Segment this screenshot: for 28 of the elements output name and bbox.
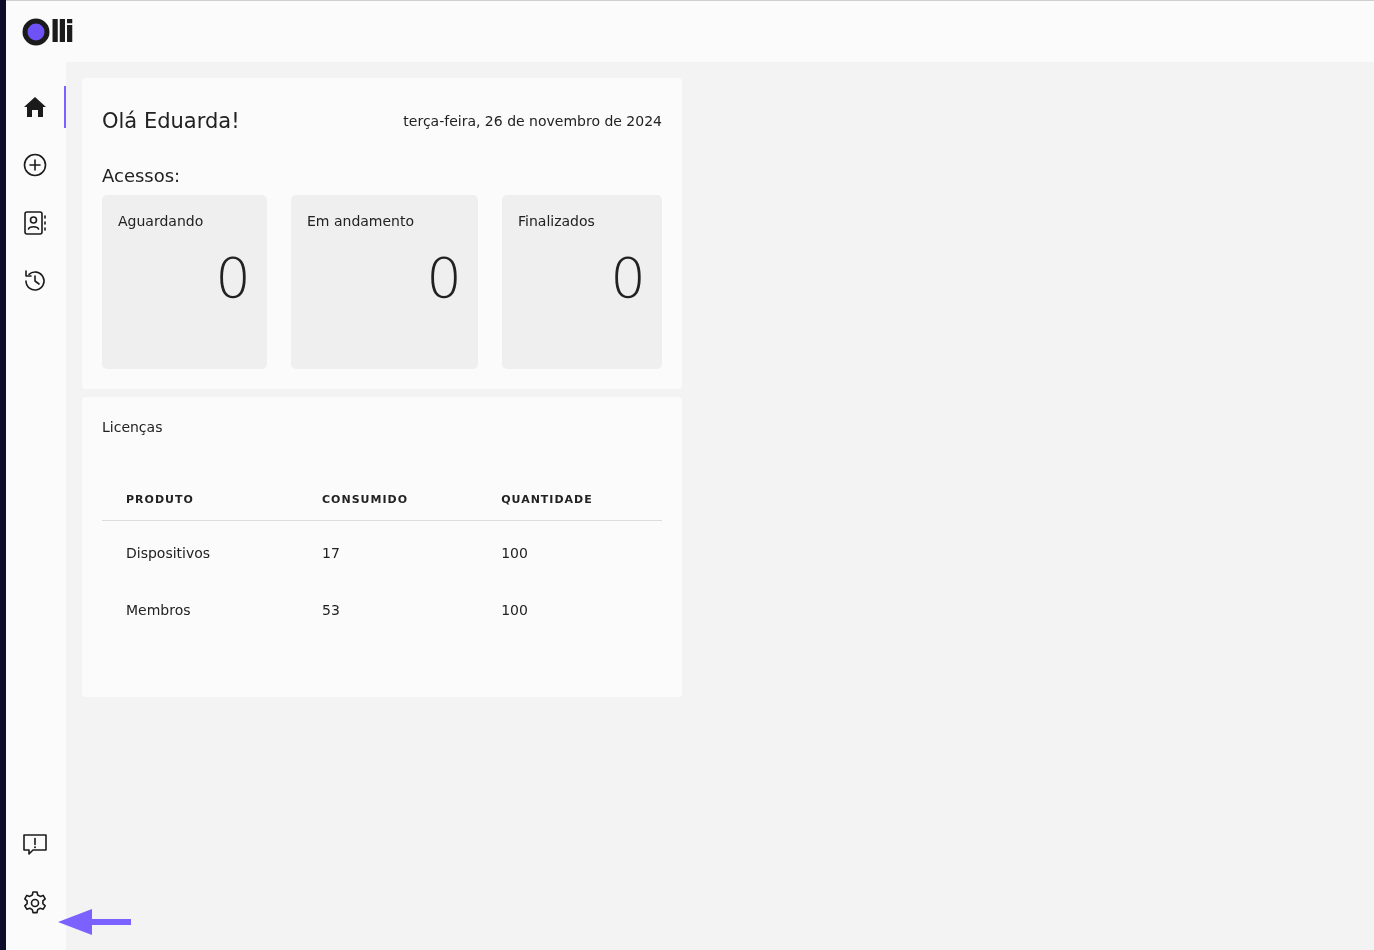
licenses-title: Licenças bbox=[102, 417, 164, 437]
table-cell-text: 53 bbox=[321, 601, 341, 620]
contact-book-icon bbox=[22, 210, 48, 236]
settings-icon bbox=[22, 890, 48, 916]
logo-text: lli bbox=[50, 16, 72, 47]
stat-value: 0 bbox=[609, 249, 646, 306]
arrow-icon bbox=[58, 908, 132, 936]
stat-label: Aguardando bbox=[118, 211, 205, 231]
column-header: CONSUMIDO bbox=[298, 491, 478, 521]
stat-value: 0 bbox=[425, 249, 462, 306]
stat-label: Finalizados bbox=[518, 211, 596, 231]
table-cell-text: Membros bbox=[125, 601, 192, 620]
table-cell: 100 bbox=[477, 520, 662, 578]
table-cell-text: 100 bbox=[500, 601, 529, 620]
home-icon bbox=[22, 94, 48, 120]
column-header: QUANTIDADE bbox=[477, 491, 662, 521]
section-label: Acessos: bbox=[102, 163, 182, 188]
table-cell: Dispositivos bbox=[102, 520, 298, 578]
plus-circle-icon bbox=[22, 152, 48, 178]
stat-value: 0 bbox=[214, 249, 251, 306]
logo-circle-icon bbox=[22, 17, 50, 46]
stat-label: Em andamento bbox=[307, 211, 416, 231]
column-header: PRODUTO bbox=[102, 491, 298, 521]
history-icon bbox=[22, 268, 48, 294]
greeting-title: Olá Eduarda! bbox=[102, 108, 240, 135]
date-text: terça-feira, 26 de novembro de 2024 bbox=[403, 112, 662, 132]
exclamation-bubble-icon bbox=[22, 832, 48, 858]
table-cell: 17 bbox=[298, 520, 478, 578]
